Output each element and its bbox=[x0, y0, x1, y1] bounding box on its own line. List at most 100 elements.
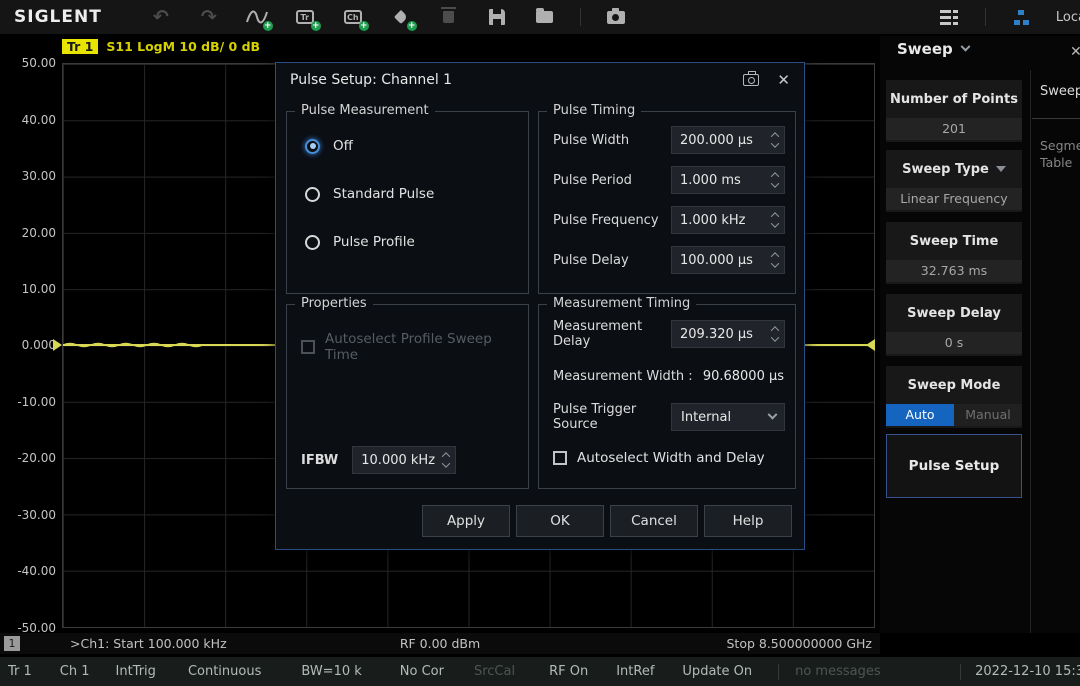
autoselect-width-delay-label: Autoselect Width and Delay bbox=[577, 450, 765, 466]
trace-header: Tr 1 S11 LogM 10 dB/ 0 dB bbox=[62, 39, 260, 54]
channel-status-bar: 1 >Ch1: Start 100.000 kHz RF 0.00 dBm St… bbox=[0, 633, 880, 654]
network-button[interactable] bbox=[1008, 5, 1034, 29]
add-trace-curve-button[interactable]: + bbox=[244, 5, 270, 29]
status-bandwidth: BW=10 k bbox=[301, 664, 361, 679]
pulse-timing-group: Pulse Timing Pulse Width 200.000 µs Puls… bbox=[538, 111, 796, 294]
dropdown-triangle-icon bbox=[996, 166, 1006, 172]
ifbw-input[interactable]: 10.000 kHz bbox=[352, 446, 456, 474]
sweep-menu-header[interactable]: Sweep bbox=[897, 40, 969, 58]
radio-standard-pulse[interactable]: Standard Pulse bbox=[305, 186, 528, 202]
chevron-down-icon bbox=[768, 409, 778, 419]
tab-sweep[interactable]: Sweep bbox=[1040, 84, 1080, 99]
add-marker-button[interactable]: + bbox=[388, 5, 414, 29]
radio-off[interactable]: Off bbox=[305, 138, 528, 154]
layout-icon bbox=[940, 10, 959, 25]
pulse-trigger-source-select[interactable]: Internal bbox=[671, 403, 785, 431]
stop-frequency-label[interactable]: Stop 8.500000000 GHz bbox=[726, 636, 872, 651]
y-axis-label: -10.00 bbox=[0, 395, 56, 409]
sweep-mode-manual-button[interactable]: Manual bbox=[954, 404, 1022, 426]
sweep-time-value[interactable]: 32.763 ms bbox=[886, 260, 1022, 282]
brand-logo: SIGLENT bbox=[14, 7, 102, 27]
dialog-close-button[interactable]: ✕ bbox=[777, 71, 790, 89]
save-floppy-icon bbox=[489, 9, 505, 25]
spinner-down-icon[interactable] bbox=[442, 459, 450, 467]
spinner-down-icon[interactable] bbox=[770, 259, 778, 267]
radio-pulse-profile[interactable]: Pulse Profile bbox=[305, 234, 528, 250]
pulse-frequency-input[interactable]: 1.000 kHz bbox=[671, 206, 785, 234]
autoselect-width-delay-checkbox[interactable]: Autoselect Width and Delay bbox=[553, 450, 795, 466]
pulse-period-input[interactable]: 1.000 ms bbox=[671, 166, 785, 194]
sweep-delay-label: Sweep Delay bbox=[886, 294, 1022, 332]
dialog-screenshot-icon[interactable] bbox=[743, 74, 759, 86]
pulse-period-label: Pulse Period bbox=[553, 173, 671, 188]
checkbox-icon bbox=[301, 340, 315, 354]
spinner-down-icon[interactable] bbox=[770, 219, 778, 227]
y-axis-label: 40.00 bbox=[0, 113, 56, 127]
cancel-button[interactable]: Cancel bbox=[610, 505, 698, 537]
pulse-setup-button[interactable]: Pulse Setup bbox=[886, 434, 1022, 498]
status-sweep-mode: Continuous bbox=[188, 664, 261, 679]
spinner-down-icon[interactable] bbox=[770, 179, 778, 187]
undo-button[interactable]: ↶ bbox=[148, 5, 174, 29]
pulse-width-input[interactable]: 200.000 µs bbox=[671, 126, 785, 154]
trace-ref-marker-right bbox=[866, 339, 875, 351]
plus-badge-icon: + bbox=[263, 21, 273, 31]
camera-icon bbox=[607, 11, 625, 24]
tab-segment-table[interactable]: Segment Table bbox=[1040, 138, 1080, 172]
spinner-down-icon[interactable] bbox=[770, 139, 778, 147]
sweep-mode-auto-button[interactable]: Auto bbox=[886, 404, 954, 426]
y-axis-label: -20.00 bbox=[0, 451, 56, 465]
tabstrip-divider bbox=[1030, 70, 1031, 633]
window-layout-button[interactable] bbox=[937, 5, 963, 29]
measurement-width-row: Measurement Width : 90.68000 µs bbox=[553, 369, 795, 384]
y-axis-label: 30.00 bbox=[0, 169, 56, 183]
number-of-points-control[interactable]: Number of Points 201 bbox=[886, 80, 1022, 142]
measurement-timing-group: Measurement Timing Measurement Delay 209… bbox=[538, 304, 796, 489]
save-button[interactable] bbox=[484, 5, 510, 29]
ok-button[interactable]: OK bbox=[516, 505, 604, 537]
sweep-sidebar: Sweep ✕ Sweep Segment Table Number of Po… bbox=[880, 36, 1080, 633]
trace-info-label[interactable]: S11 LogM 10 dB/ 0 dB bbox=[106, 39, 260, 54]
checkbox-icon bbox=[553, 451, 567, 465]
sidebar-close-button[interactable]: ✕ bbox=[1070, 44, 1080, 60]
vna-screen: SIGLENT ↶ ↷ + Tr + Ch + + bbox=[0, 0, 1080, 686]
screenshot-button[interactable] bbox=[603, 5, 629, 29]
sweep-type-control[interactable]: Sweep Type Linear Frequency bbox=[886, 150, 1022, 212]
sweep-delay-control[interactable]: Sweep Delay 0 s bbox=[886, 294, 1022, 356]
measurement-delay-input[interactable]: 209.320 µs bbox=[671, 320, 785, 348]
sweep-time-control[interactable]: Sweep Time 32.763 ms bbox=[886, 222, 1022, 284]
start-frequency-label[interactable]: >Ch1: Start 100.000 kHz bbox=[70, 636, 227, 651]
pulse-delay-input[interactable]: 100.000 µs bbox=[671, 246, 785, 274]
sweep-type-value[interactable]: Linear Frequency bbox=[886, 188, 1022, 210]
pulse-width-value: 200.000 µs bbox=[672, 133, 767, 148]
network-icon bbox=[1013, 10, 1029, 25]
number-of-points-value[interactable]: 201 bbox=[886, 118, 1022, 140]
status-channel: Ch 1 bbox=[60, 664, 90, 679]
sweep-delay-value[interactable]: 0 s bbox=[886, 332, 1022, 354]
open-button[interactable] bbox=[532, 5, 558, 29]
apply-button[interactable]: Apply bbox=[422, 505, 510, 537]
y-axis-label: -30.00 bbox=[0, 508, 56, 522]
trace-ref-marker-left bbox=[53, 339, 62, 351]
new-channel-button[interactable]: Ch + bbox=[340, 5, 366, 29]
sweep-menu-title: Sweep bbox=[897, 40, 953, 58]
sweep-mode-label: Sweep Mode bbox=[886, 366, 1022, 404]
new-trace-button[interactable]: Tr + bbox=[292, 5, 318, 29]
ifbw-label: IFBW bbox=[301, 453, 338, 468]
measurement-delay-value: 209.320 µs bbox=[672, 327, 767, 342]
delete-button[interactable] bbox=[436, 5, 462, 29]
pulse-measurement-legend: Pulse Measurement bbox=[295, 103, 435, 118]
channel-number-badge[interactable]: 1 bbox=[4, 636, 20, 651]
radio-icon bbox=[305, 187, 320, 202]
rf-power-label[interactable]: RF 0.00 dBm bbox=[400, 636, 480, 651]
undo-icon: ↶ bbox=[153, 6, 169, 28]
properties-legend: Properties bbox=[295, 296, 373, 311]
spinner-down-icon[interactable] bbox=[770, 333, 778, 341]
redo-button[interactable]: ↷ bbox=[196, 5, 222, 29]
status-srccal: SrcCal bbox=[474, 664, 515, 679]
pulse-width-label: Pulse Width bbox=[553, 133, 671, 148]
status-update: Update On bbox=[682, 664, 752, 679]
help-button[interactable]: Help bbox=[704, 505, 792, 537]
trace-badge[interactable]: Tr 1 bbox=[62, 39, 98, 54]
y-axis-label: 50.00 bbox=[0, 56, 56, 70]
